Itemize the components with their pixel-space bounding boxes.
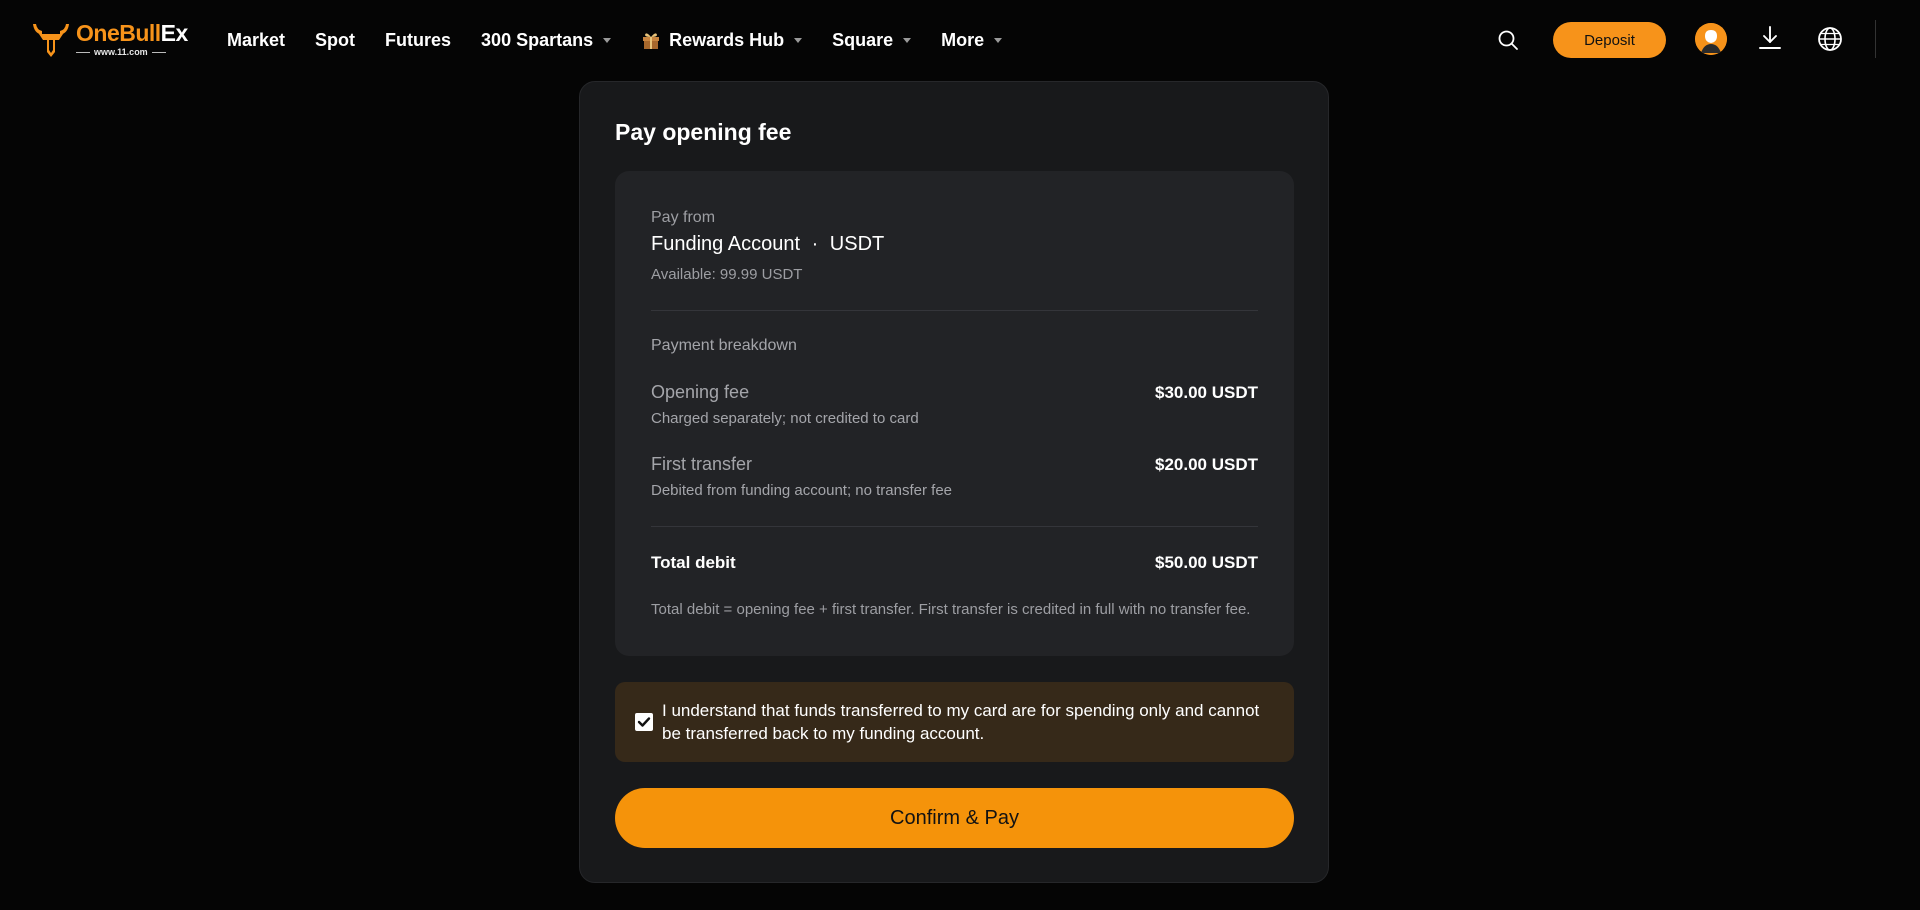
avatar[interactable] (1695, 23, 1727, 55)
brand-domain: www.11.com (76, 47, 188, 57)
acknowledgement-checkbox-row[interactable]: I understand that funds transferred to m… (615, 682, 1294, 762)
nav-item-label: Rewards Hub (669, 29, 785, 50)
gift-icon (643, 33, 660, 49)
nav-item-label: More (941, 29, 985, 50)
top-navigation: OneBullEx www.11.com Market Spot Futures… (0, 0, 1920, 80)
first-transfer-note: Debited from funding account; no transfe… (651, 482, 953, 499)
brand-wordmark: OneBullEx www.11.com (76, 19, 188, 57)
nav-item-square[interactable]: Square (832, 29, 912, 51)
opening-fee-note: Charged separately; not credited to card (651, 410, 919, 427)
nav-item-label: 300 Spartans (481, 29, 594, 50)
opening-fee-label: Opening fee (651, 382, 750, 402)
nav-divider (1875, 20, 1876, 58)
pay-from-label: Pay from (651, 209, 716, 226)
search-button[interactable] (1494, 26, 1522, 54)
main-menu: Market Spot Futures 300 Spartans Rewards… (227, 0, 1032, 80)
nav-item-label: Square (832, 29, 894, 50)
first-transfer-amount: $20.00 USDT (1155, 455, 1258, 474)
pay-from-account: Funding Account · USDT (651, 233, 884, 256)
total-debit-footnote: Total debit = opening fee + first transf… (651, 601, 1251, 618)
deposit-button[interactable]: Deposit (1553, 22, 1666, 58)
total-debit-label: Total debit (651, 553, 736, 572)
brand-logo[interactable]: OneBullEx www.11.com (30, 18, 192, 60)
account-currency: USDT (829, 233, 885, 255)
bull-logo-icon (33, 24, 69, 57)
available-balance: Available: 99.99 USDT (651, 266, 803, 283)
download-icon (1759, 26, 1781, 49)
page-title: Pay opening fee (615, 119, 792, 145)
chevron-down-icon (794, 37, 803, 43)
nav-item-label: Spot (315, 29, 356, 50)
separator-dot: · (811, 233, 819, 255)
acknowledgement-checkbox[interactable] (635, 713, 653, 731)
download-button[interactable] (1756, 24, 1784, 52)
brand-name: OneBullEx (76, 19, 188, 46)
acknowledgement-text: I understand that funds transferred to m… (662, 701, 1260, 743)
checkmark-icon (637, 717, 651, 727)
nav-item-rewards-hub[interactable]: Rewards Hub (641, 29, 803, 51)
first-transfer-label: First transfer (651, 454, 753, 474)
nav-item-label: Futures (385, 29, 452, 50)
chevron-down-icon (603, 37, 612, 43)
opening-fee-amount: $30.00 USDT (1155, 383, 1258, 402)
nav-item-futures[interactable]: Futures (385, 30, 451, 51)
nav-item-spot[interactable]: Spot (315, 30, 355, 51)
chevron-down-icon (903, 37, 912, 43)
total-debit-amount: $50.00 USDT (1155, 553, 1258, 572)
payment-summary-panel: Pay from Funding Account · USDT Availabl… (615, 171, 1294, 656)
pay-opening-fee-card: Pay opening fee Pay from Funding Account… (579, 81, 1329, 883)
search-icon (1498, 30, 1518, 50)
user-avatar-icon (1695, 23, 1727, 55)
nav-item-label: Market (227, 29, 286, 50)
account-name: Funding Account (651, 233, 800, 255)
payment-breakdown-label: Payment breakdown (651, 337, 797, 354)
language-button[interactable] (1816, 25, 1844, 53)
nav-item-more[interactable]: More (941, 29, 1003, 51)
nav-item-market[interactable]: Market (227, 30, 285, 51)
chevron-down-icon (994, 37, 1003, 43)
globe-icon (1818, 27, 1842, 51)
divider (651, 310, 1258, 311)
divider (651, 526, 1258, 527)
nav-item-300-spartans[interactable]: 300 Spartans (481, 29, 612, 51)
confirm-pay-button[interactable]: Confirm & Pay (615, 788, 1294, 848)
